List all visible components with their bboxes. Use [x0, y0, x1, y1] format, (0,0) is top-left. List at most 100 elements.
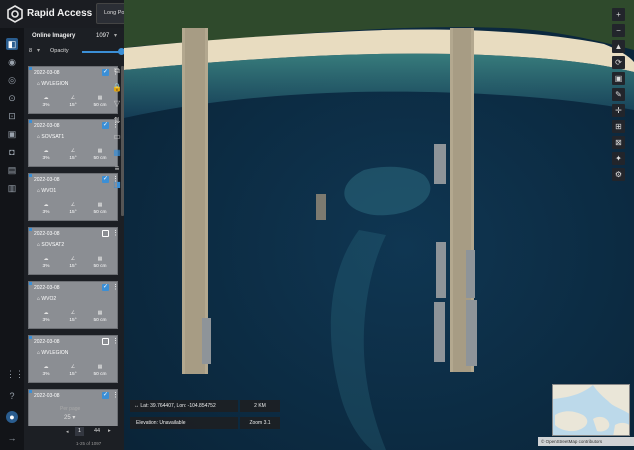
imagery-card[interactable]: 2022-03-08 ⋮ ⌂ WVLEGION ☁ ∠ ▦ 3% 15° 50 … [28, 66, 118, 114]
satellite-name: WVO1 [41, 188, 57, 194]
apps-icon[interactable]: ⋮⋮ [6, 368, 24, 380]
list-icon[interactable]: ≡ [112, 164, 122, 174]
angle-icon: ∠ [70, 256, 76, 262]
overview-minimap[interactable] [552, 384, 630, 436]
sort-icon[interactable]: ⇅ [112, 116, 122, 126]
resolution: 50 cm [93, 210, 107, 215]
cloud-icon: ☁ [43, 95, 49, 101]
per-page-label: Per page [60, 406, 81, 412]
more-icon[interactable]: ⋮ [112, 391, 118, 399]
card-satellite: ⌂ WVLEGION [37, 350, 69, 356]
coordinate-readout: ↔ Lat: 39.764407, Lon: -104.854752 [130, 400, 238, 412]
imagery-list: 2022-03-08 ⋮ ⌂ WVLEGION ☁ ∠ ▦ 3% 15° 50 … [28, 66, 118, 426]
opacity-slider[interactable] [82, 51, 120, 53]
imagery-card[interactable]: 2022-03-08 ⋮ ⌂ SOVSAT2 ☁ ∠ ▦ 3% 15° 50 c… [28, 227, 118, 275]
grid-icon[interactable]: ▦ [112, 148, 122, 158]
satellite-name: WVLEGION [41, 81, 69, 87]
filter-icon[interactable]: ▽ [112, 99, 122, 109]
layers-stack-icon[interactable]: ⧉ [112, 66, 122, 76]
card-date: 2022-03-08 [34, 177, 60, 183]
crosshair-icon[interactable]: ✛ [612, 104, 625, 117]
card-checkbox[interactable] [102, 391, 109, 399]
imagery-card[interactable]: 2022-03-08 ⋮ ⌂ WVO1 ☁ ∠ ▦ 3% 15° 50 cm [28, 173, 118, 221]
grid-icon[interactable]: ⊞ [612, 120, 625, 133]
card-marker [29, 174, 32, 177]
map-view[interactable] [124, 0, 634, 450]
resolution: 50 cm [93, 372, 107, 377]
satellite-name: WVLEGION [41, 350, 69, 356]
card-checkbox[interactable] [102, 230, 109, 237]
image-icon[interactable]: ▣ [612, 72, 625, 85]
crop-icon[interactable]: ⊡ [6, 110, 18, 122]
card-checkbox[interactable] [102, 283, 109, 291]
logout-icon[interactable]: → [6, 432, 18, 444]
card-checkbox[interactable] [102, 338, 109, 345]
calendar-icon[interactable]: ▭ [112, 132, 122, 142]
angle-icon: ∠ [70, 148, 76, 154]
resolution-icon: ▦ [97, 95, 103, 101]
rotate-icon[interactable]: ⟳ [612, 56, 625, 69]
resolution-icon: ▦ [97, 256, 103, 262]
chart-icon[interactable]: ▥ [6, 182, 18, 194]
cloud-cover: 3% [42, 156, 50, 161]
card-satellite: ⌂ WVO2 [37, 296, 57, 302]
card-date: 2022-03-08 [34, 339, 60, 345]
settings-icon[interactable]: ⚙ [612, 168, 625, 181]
icon-rail: ◧ ◉ ◎ ⊙ ⊡ ▣ ◘ ▤ ▥ ⋮⋮ ? ● → [0, 28, 24, 450]
elevation-readout: Elevation: Unavailable [130, 417, 238, 429]
current-page[interactable]: 1 [75, 427, 84, 436]
card-checkbox[interactable] [102, 121, 109, 129]
angle-icon: ∠ [70, 202, 76, 208]
globe-alt-icon[interactable]: ◎ [6, 74, 18, 86]
card-marker [29, 228, 32, 231]
sparkle-icon[interactable]: ✦ [612, 152, 625, 165]
chevron-down-icon[interactable]: ▾ [37, 47, 40, 54]
per-page-select[interactable]: 25 ▾ [64, 414, 75, 421]
map-attribution: © OpenStreetMap contributors [538, 437, 634, 446]
cloud-icon: ☁ [43, 310, 49, 316]
pen-box-icon[interactable]: ⊠ [612, 136, 625, 149]
imagery-card[interactable]: 2022-03-08 ⋮ ⌂ WVO2 ☁ ∠ ▦ 3% 15° 50 cm [28, 281, 118, 329]
resolution: 50 cm [93, 264, 107, 269]
cloud-icon: ☁ [43, 256, 49, 262]
more-icon[interactable]: ⋮ [112, 283, 118, 291]
more-icon[interactable]: ⋮ [112, 229, 118, 237]
imagery-card[interactable]: 2022-03-08 ⋮ ⌂ SOVSAT1 ☁ ∠ ▦ 3% 15° 50 c… [28, 119, 118, 167]
zoom-in-icon[interactable]: + [612, 8, 625, 21]
imagery-card[interactable]: 2022-03-08 ⋮ ⌂ WVLEGION ☁ ∠ ▦ 3% 15° 50 … [28, 335, 118, 383]
target-icon[interactable]: ⊙ [6, 92, 18, 104]
scale-bar: 2 KM [240, 400, 280, 412]
pencil-icon[interactable]: ✎ [612, 88, 625, 101]
card-satellite: ⌂ SOVSAT1 [37, 134, 65, 140]
globe-icon[interactable]: ◉ [6, 56, 18, 68]
resolution-icon: ▦ [97, 310, 103, 316]
satellite-name: SOVSAT2 [41, 242, 65, 248]
card-checkbox[interactable] [102, 68, 109, 76]
zoom-level: Zoom 3.1 [240, 417, 280, 429]
total-pages: 44 [94, 428, 101, 434]
card-marker [29, 120, 32, 123]
resolution-icon: ▦ [97, 148, 103, 154]
split-view-icon[interactable]: ◨ [112, 180, 122, 190]
document-icon[interactable]: ▤ [6, 164, 18, 176]
layers-icon[interactable]: ◧ [6, 38, 18, 50]
resolution: 50 cm [93, 103, 107, 108]
north-arrow-icon[interactable]: ▲ [612, 40, 625, 53]
prev-page-icon[interactable]: ◂ [66, 429, 69, 435]
camera-icon[interactable]: ◘ [6, 146, 18, 158]
card-checkbox[interactable] [102, 175, 109, 183]
user-icon[interactable]: ● [6, 411, 18, 423]
more-icon[interactable]: ⋮ [112, 337, 118, 345]
briefcase-icon[interactable]: ▣ [6, 128, 18, 140]
resolution-icon: ▦ [97, 364, 103, 370]
chevron-down-icon[interactable]: ▾ [114, 32, 117, 39]
zoom-out-icon[interactable]: − [612, 24, 625, 37]
imagery-count: 1097 [96, 33, 110, 39]
card-date: 2022-03-08 [34, 231, 60, 237]
card-date: 2022-03-08 [34, 70, 60, 76]
lock-icon[interactable]: 🔒 [112, 83, 122, 93]
help-icon[interactable]: ? [6, 390, 18, 402]
off-nadir-angle: 15° [69, 156, 77, 161]
next-page-icon[interactable]: ▸ [108, 428, 111, 434]
minimap-graphic [553, 385, 629, 435]
